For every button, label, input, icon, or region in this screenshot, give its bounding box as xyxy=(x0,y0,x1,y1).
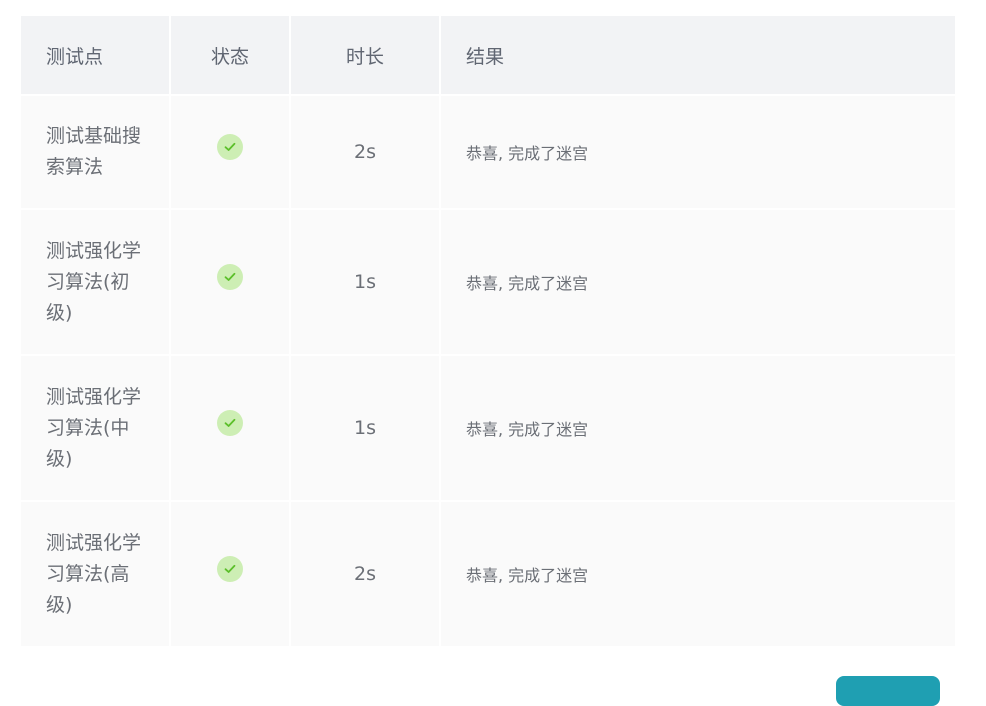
test-point-name: 测试强化学习算法(中级) xyxy=(46,385,142,470)
header-test-point: 测试点 xyxy=(21,16,171,94)
table-row: 测试强化学习算法(高级) 2s 恭喜, 完成了迷宫 xyxy=(21,502,955,648)
check-circle-icon xyxy=(217,134,243,160)
table-row: 测试基础搜索算法 2s 恭喜, 完成了迷宫 xyxy=(21,96,955,210)
test-point-name: 测试强化学习算法(高级) xyxy=(46,531,142,616)
header-duration: 时长 xyxy=(291,16,441,94)
result-text: 恭喜, 完成了迷宫 xyxy=(466,274,589,293)
result-text: 恭喜, 完成了迷宫 xyxy=(466,144,589,163)
action-button[interactable] xyxy=(836,676,940,706)
duration-value: 2s xyxy=(354,141,376,163)
result-text: 恭喜, 完成了迷宫 xyxy=(466,566,589,585)
check-circle-icon xyxy=(217,410,243,436)
test-point-name: 测试基础搜索算法 xyxy=(46,125,142,178)
test-point-name: 测试强化学习算法(初级) xyxy=(46,239,142,324)
header-result: 结果 xyxy=(466,45,505,68)
check-circle-icon xyxy=(217,264,243,290)
duration-value: 1s xyxy=(354,417,376,439)
duration-value: 2s xyxy=(354,563,376,585)
table-row: 测试强化学习算法(初级) 1s 恭喜, 完成了迷宫 xyxy=(21,210,955,356)
table-header: 测试点 状态 时长 结果 xyxy=(21,16,955,96)
duration-value: 1s xyxy=(354,271,376,293)
test-results-table: 测试点 状态 时长 结果 测试基础搜索算法 2s 恭喜, 完成了迷宫 测试强化学… xyxy=(21,16,955,648)
table-row: 测试强化学习算法(中级) 1s 恭喜, 完成了迷宫 xyxy=(21,356,955,502)
check-circle-icon xyxy=(217,556,243,582)
result-text: 恭喜, 完成了迷宫 xyxy=(466,420,589,439)
header-status: 状态 xyxy=(171,16,291,94)
